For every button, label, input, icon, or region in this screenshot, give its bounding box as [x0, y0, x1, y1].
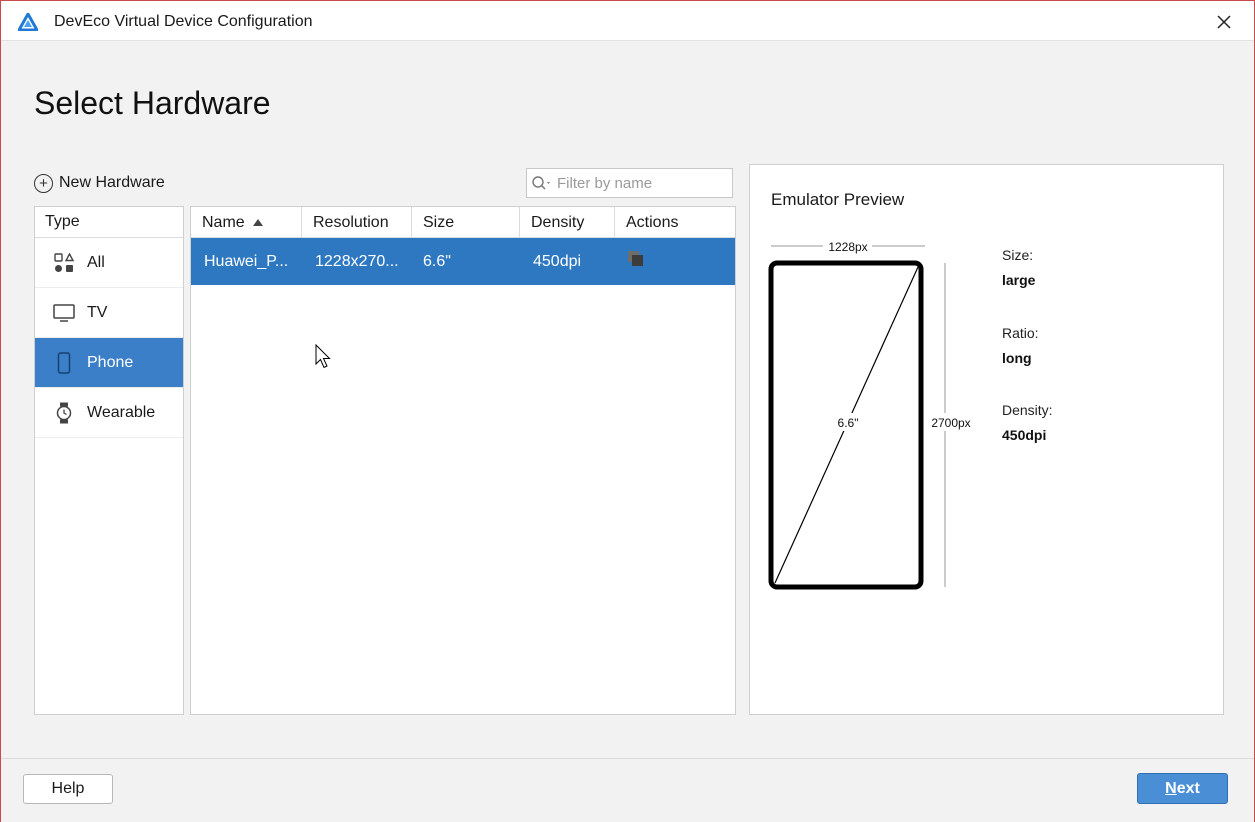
table-header: Name Resolution Size Density Actions [191, 207, 735, 238]
device-table: Name Resolution Size Density Actions Hua… [190, 206, 736, 715]
next-button[interactable]: Next [1137, 773, 1228, 804]
type-item-label: All [87, 253, 105, 271]
spec-density: Density: 450dpi [1002, 402, 1053, 443]
next-label: ext [1176, 779, 1200, 797]
column-header-density[interactable]: Density [520, 207, 615, 238]
spec-value: large [1002, 272, 1036, 288]
type-item-tv[interactable]: TV [35, 288, 183, 338]
new-hardware-button[interactable]: + New Hardware [34, 172, 165, 194]
deveco-logo-icon [17, 12, 39, 32]
close-icon [1217, 15, 1231, 29]
column-header-label: Resolution [313, 213, 389, 231]
cell-size: 6.6" [423, 252, 451, 270]
page-title: Select Hardware [34, 85, 271, 121]
column-header-actions[interactable]: Actions [615, 207, 735, 238]
diagonal-label: 6.6" [838, 416, 859, 430]
type-item-phone[interactable]: Phone [35, 338, 183, 388]
search-icon[interactable] [527, 169, 557, 197]
column-header-label: Name [202, 213, 245, 231]
table-row[interactable]: Huawei_P... 1228x270... 6.6" 450dpi [191, 238, 735, 285]
phone-diagram: 1228px 6.6" 2700px [768, 240, 976, 590]
type-item-label: Phone [87, 353, 134, 371]
next-mnemonic: N [1165, 779, 1177, 797]
spec-ratio: Ratio: long [1002, 325, 1039, 366]
column-header-label: Actions [626, 213, 679, 231]
copy-icon[interactable] [626, 250, 646, 273]
column-header-name[interactable]: Name [191, 207, 302, 238]
width-label: 1228px [828, 240, 867, 254]
height-label: 2700px [931, 416, 970, 430]
cell-name: Huawei_P... [204, 252, 289, 270]
help-button[interactable]: Help [23, 774, 113, 804]
close-button[interactable] [1209, 8, 1239, 36]
spec-key: Ratio: [1002, 325, 1039, 341]
emulator-preview-panel: Emulator Preview 1228px 6.6" 2700px Size… [749, 164, 1224, 715]
cell-actions [615, 250, 735, 273]
column-header-label: Density [531, 213, 585, 231]
type-item-label: TV [87, 303, 108, 321]
window-title: DevEco Virtual Device Configuration [54, 13, 313, 30]
spec-value: 450dpi [1002, 427, 1047, 443]
spec-key: Size: [1002, 247, 1034, 263]
footer-bar: Help Next [1, 758, 1254, 822]
type-list: Type All TV Phone Wearable [34, 206, 184, 715]
spec-value: long [1002, 350, 1032, 366]
spec-size: Size: large [1002, 247, 1035, 288]
grid-shapes-icon [53, 252, 75, 274]
filter-input[interactable] [557, 174, 727, 192]
watch-icon [53, 402, 75, 424]
dialog-window: DevEco Virtual Device Configuration Sele… [0, 0, 1255, 822]
column-header-label: Size [423, 213, 455, 231]
spec-key: Density: [1002, 402, 1053, 418]
column-header-size[interactable]: Size [412, 207, 520, 238]
tv-icon [53, 302, 75, 324]
mouse-cursor-icon [315, 344, 331, 369]
cell-density: 450dpi [533, 252, 582, 270]
plus-circle-icon: + [34, 173, 53, 193]
type-list-header: Type [35, 207, 183, 238]
phone-icon [53, 351, 75, 374]
sort-ascending-icon [252, 219, 263, 226]
type-item-wearable[interactable]: Wearable [35, 388, 183, 438]
title-bar: DevEco Virtual Device Configuration [1, 1, 1254, 41]
type-item-all[interactable]: All [35, 238, 183, 288]
cell-resolution: 1228x270... [315, 252, 399, 270]
preview-title: Emulator Preview [771, 190, 905, 209]
filter-box[interactable] [526, 168, 733, 198]
column-header-resolution[interactable]: Resolution [302, 207, 412, 238]
type-item-label: Wearable [87, 403, 156, 421]
new-hardware-label: New Hardware [59, 174, 165, 191]
